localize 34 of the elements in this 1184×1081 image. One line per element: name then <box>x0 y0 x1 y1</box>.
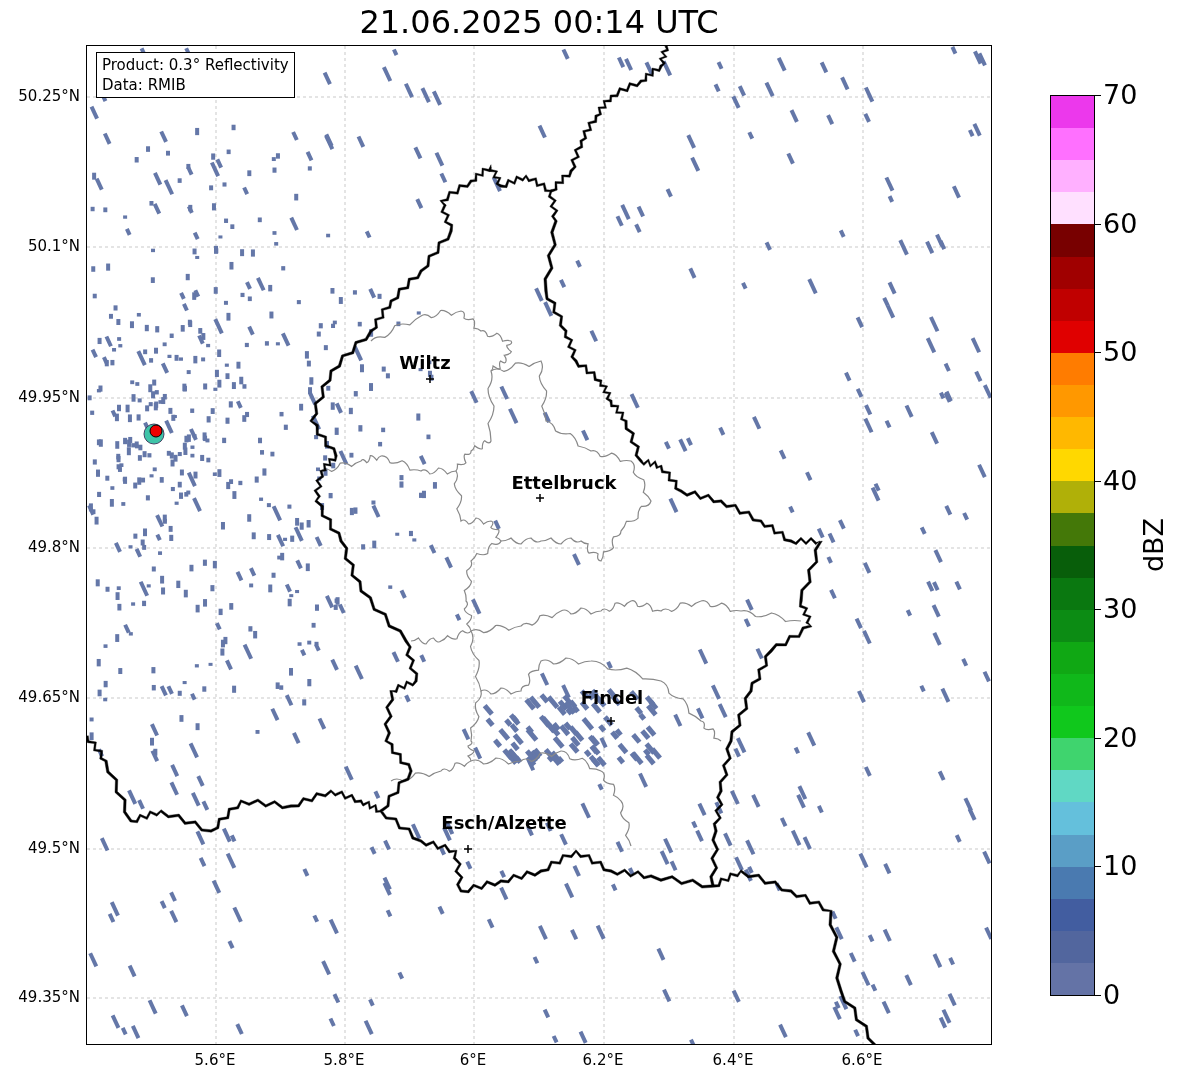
scale-tick-label: 50 <box>1103 337 1138 368</box>
longitude-label: 6.6°E <box>841 1051 883 1069</box>
chart-title: 21.06.2025 00:14 UTC <box>359 2 719 43</box>
scale-tick-label: 70 <box>1103 80 1138 110</box>
scale-tick-label: 0 <box>1103 980 1121 1010</box>
scale-tick-label: 40 <box>1103 465 1138 496</box>
cross-icon <box>607 717 615 725</box>
latitude-label: 49.65°N <box>18 688 80 706</box>
scale-tick-label: 20 <box>1103 722 1138 753</box>
info-text: Data: RMIB <box>102 75 187 95</box>
cross-icon <box>464 845 472 853</box>
scale-tick-label: 10 <box>1103 851 1138 882</box>
scale-unit-label: dBZ <box>1137 517 1169 573</box>
latitude-label: 49.8°N <box>27 538 80 556</box>
city-label: Findel <box>580 688 644 708</box>
radar-site-icon <box>143 423 165 445</box>
cross-icon <box>426 375 434 383</box>
city-label: Ettelbruck <box>511 473 617 493</box>
longitude-label: 5.8°E <box>323 1051 365 1069</box>
city-label: Esch/Alzette <box>441 813 567 833</box>
longitude-label: 5.6°E <box>194 1051 236 1069</box>
longitude-label: 6.2°E <box>582 1051 624 1069</box>
latitude-label: 49.5°N <box>27 839 80 857</box>
latitude-label: 50.1°N <box>27 237 80 255</box>
longitude-label: 6°E <box>459 1051 487 1069</box>
latitude-label: 49.95°N <box>18 388 80 406</box>
latitude-label: 49.35°N <box>18 988 80 1006</box>
info-text: Product: 0.3° Reflectivity <box>102 55 289 75</box>
scale-tick-label: 30 <box>1103 594 1138 625</box>
scale-tick-label: 60 <box>1103 208 1138 239</box>
longitude-label: 6.4°E <box>712 1051 754 1069</box>
latitude-label: 50.25°N <box>18 87 80 105</box>
cross-icon <box>536 494 544 502</box>
city-label: Wiltz <box>399 353 451 373</box>
